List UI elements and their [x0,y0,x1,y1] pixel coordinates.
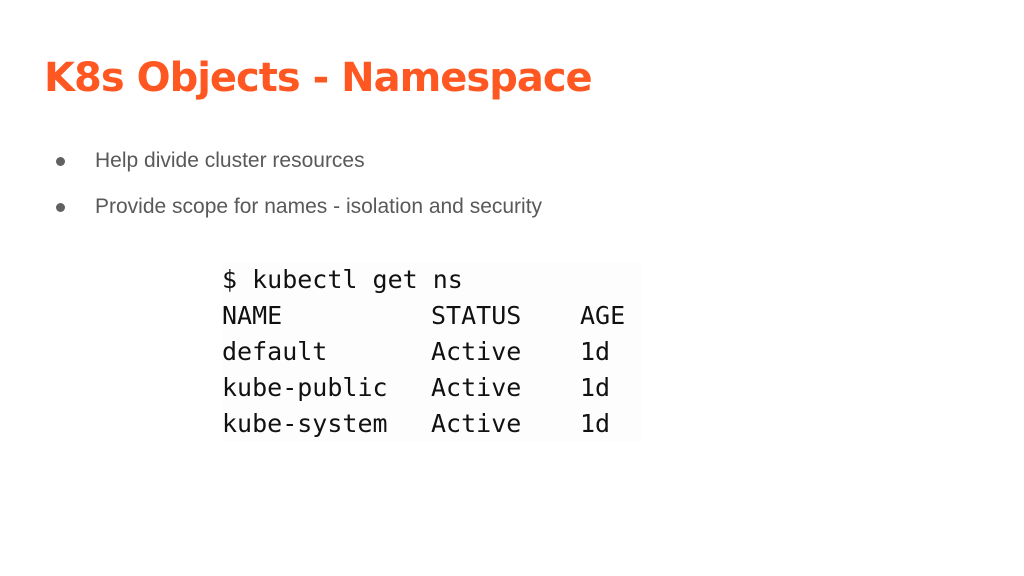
namespace-status: Active [431,409,522,438]
slide-title: K8s Objects - Namespace [44,55,593,101]
command-text: $ kubectl get ns [222,265,463,294]
terminal-command: $ kubectl get ns [222,262,642,298]
bullet-item: Provide scope for names - isolation and … [56,184,542,230]
bullet-list: Help divide cluster resources Provide sc… [56,138,542,230]
namespace-age: 1d [580,409,611,438]
table-row: default Active 1d [222,334,642,370]
namespace-status: Active [431,337,522,366]
bullet-icon [56,156,65,166]
namespace-name: default [222,337,328,366]
namespace-name: kube-public [222,373,388,402]
namespace-age: 1d [580,337,611,366]
column-header-name: NAME [222,301,283,330]
terminal-output: $ kubectl get ns NAME STATUS AGE default… [222,262,642,442]
bullet-item: Help divide cluster resources [56,138,542,184]
namespace-status: Active [431,373,522,402]
namespace-age: 1d [580,373,611,402]
slide: K8s Objects - Namespace Help divide clus… [0,0,1024,576]
column-header-status: STATUS [431,301,522,330]
table-row: kube-system Active 1d [222,406,642,442]
bullet-icon [56,202,65,212]
table-header-row: NAME STATUS AGE [222,298,642,334]
table-row: kube-public Active 1d [222,370,642,406]
bullet-text: Provide scope for names - isolation and … [95,195,543,218]
namespace-name: kube-system [222,409,388,438]
bullet-text: Help divide cluster resources [95,149,365,172]
column-header-age: AGE [580,301,626,330]
